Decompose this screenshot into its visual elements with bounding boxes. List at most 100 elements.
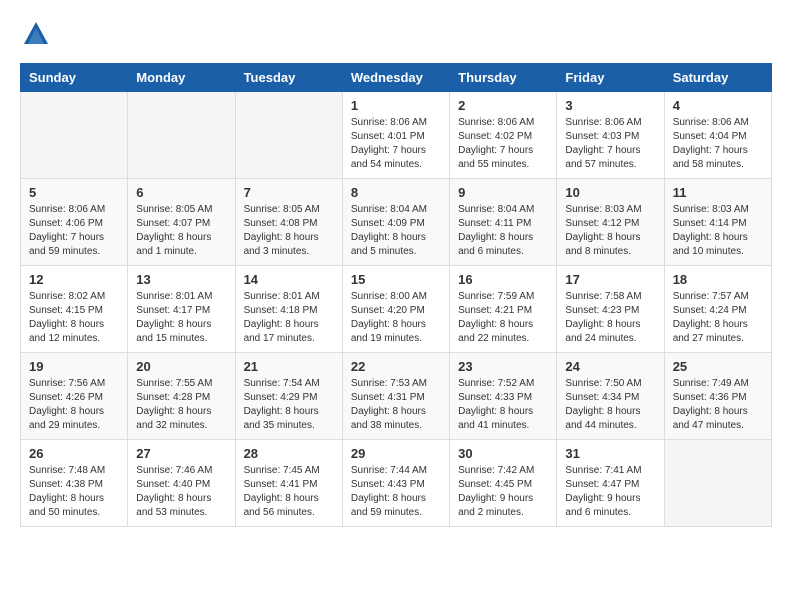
day-cell: 26 Sunrise: 7:48 AMSunset: 4:38 PMDayligh… xyxy=(21,440,128,527)
day-number: 15 xyxy=(351,272,441,287)
day-cell: 8 Sunrise: 8:04 AMSunset: 4:09 PMDaylight… xyxy=(342,179,449,266)
day-cell xyxy=(21,92,128,179)
logo-icon xyxy=(22,20,50,48)
day-number: 24 xyxy=(565,359,655,374)
day-content: Sunrise: 8:04 AMSunset: 4:11 PMDaylight:… xyxy=(458,203,548,259)
day-cell: 4 Sunrise: 8:06 AMSunset: 4:04 PMDaylight… xyxy=(664,92,771,179)
day-number: 19 xyxy=(29,359,119,374)
day-number: 29 xyxy=(351,446,441,461)
day-number: 22 xyxy=(351,359,441,374)
day-content: Sunrise: 8:06 AMSunset: 4:04 PMDaylight:… xyxy=(673,116,763,172)
day-number: 18 xyxy=(673,272,763,287)
day-content: Sunrise: 8:06 AMSunset: 4:02 PMDaylight:… xyxy=(458,116,548,172)
day-cell: 18 Sunrise: 7:57 AMSunset: 4:24 PMDayligh… xyxy=(664,266,771,353)
week-row-5: 26 Sunrise: 7:48 AMSunset: 4:38 PMDayligh… xyxy=(21,440,772,527)
day-number: 27 xyxy=(136,446,226,461)
day-content: Sunrise: 7:54 AMSunset: 4:29 PMDaylight:… xyxy=(244,377,334,433)
week-row-3: 12Sunrise: 8:02 AMSunset: 4:15 PMDayligh… xyxy=(21,266,772,353)
day-cell xyxy=(128,92,235,179)
weekday-header-wednesday: Wednesday xyxy=(342,64,449,92)
day-cell: 24 Sunrise: 7:50 AMSunset: 4:34 PMDayligh… xyxy=(557,353,664,440)
day-cell: 31Sunrise: 7:41 AMSunset: 4:47 PMDayligh… xyxy=(557,440,664,527)
day-content: Sunrise: 7:44 AMSunset: 4:43 PMDaylight:… xyxy=(351,464,441,520)
day-cell: 6Sunrise: 8:05 AMSunset: 4:07 PMDaylight… xyxy=(128,179,235,266)
day-cell: 22 Sunrise: 7:53 AMSunset: 4:31 PMDayligh… xyxy=(342,353,449,440)
day-number: 11 xyxy=(673,185,763,200)
day-number: 21 xyxy=(244,359,334,374)
weekday-header-sunday: Sunday xyxy=(21,64,128,92)
weekday-header-saturday: Saturday xyxy=(664,64,771,92)
day-number: 20 xyxy=(136,359,226,374)
weekday-header-thursday: Thursday xyxy=(450,64,557,92)
day-number: 23 xyxy=(458,359,548,374)
logo xyxy=(20,20,50,53)
day-number: 30 xyxy=(458,446,548,461)
day-cell: 3Sunrise: 8:06 AMSunset: 4:03 PMDaylight… xyxy=(557,92,664,179)
day-content: Sunrise: 8:00 AMSunset: 4:20 PMDaylight:… xyxy=(351,290,441,346)
day-content: Sunrise: 7:57 AMSunset: 4:24 PMDaylight:… xyxy=(673,290,763,346)
day-content: Sunrise: 7:48 AMSunset: 4:38 PMDaylight:… xyxy=(29,464,119,520)
weekday-header-row: SundayMondayTuesdayWednesdayThursdayFrid… xyxy=(21,64,772,92)
day-content: Sunrise: 8:01 AMSunset: 4:17 PMDaylight:… xyxy=(136,290,226,346)
calendar-body: 1 Sunrise: 8:06 AMSunset: 4:01 PMDaylight… xyxy=(21,92,772,527)
week-row-2: 5 Sunrise: 8:06 AMSunset: 4:06 PMDaylight… xyxy=(21,179,772,266)
day-cell: 16 Sunrise: 7:59 AMSunset: 4:21 PMDayligh… xyxy=(450,266,557,353)
day-cell xyxy=(664,440,771,527)
day-cell: 30 Sunrise: 7:42 AMSunset: 4:45 PMDayligh… xyxy=(450,440,557,527)
day-content: Sunrise: 7:45 AMSunset: 4:41 PMDaylight:… xyxy=(244,464,334,520)
day-content: Sunrise: 8:06 AMSunset: 4:06 PMDaylight:… xyxy=(29,203,119,259)
week-row-4: 19 Sunrise: 7:56 AMSunset: 4:26 PMDayligh… xyxy=(21,353,772,440)
day-content: Sunrise: 7:55 AMSunset: 4:28 PMDaylight:… xyxy=(136,377,226,433)
day-cell: 15 Sunrise: 8:00 AMSunset: 4:20 PMDayligh… xyxy=(342,266,449,353)
day-number: 28 xyxy=(244,446,334,461)
day-content: Sunrise: 7:53 AMSunset: 4:31 PMDaylight:… xyxy=(351,377,441,433)
day-number: 5 xyxy=(29,185,119,200)
day-cell: 14Sunrise: 8:01 AMSunset: 4:18 PMDayligh… xyxy=(235,266,342,353)
day-number: 31 xyxy=(565,446,655,461)
day-content: Sunrise: 8:06 AMSunset: 4:01 PMDaylight:… xyxy=(351,116,441,172)
day-content: Sunrise: 7:58 AMSunset: 4:23 PMDaylight:… xyxy=(565,290,655,346)
day-content: Sunrise: 8:02 AMSunset: 4:15 PMDaylight:… xyxy=(29,290,119,346)
day-number: 10 xyxy=(565,185,655,200)
day-number: 26 xyxy=(29,446,119,461)
day-cell: 2 Sunrise: 8:06 AMSunset: 4:02 PMDaylight… xyxy=(450,92,557,179)
day-content: Sunrise: 7:42 AMSunset: 4:45 PMDaylight:… xyxy=(458,464,548,520)
day-cell: 5 Sunrise: 8:06 AMSunset: 4:06 PMDaylight… xyxy=(21,179,128,266)
day-cell: 29 Sunrise: 7:44 AMSunset: 4:43 PMDayligh… xyxy=(342,440,449,527)
day-content: Sunrise: 7:52 AMSunset: 4:33 PMDaylight:… xyxy=(458,377,548,433)
day-content: Sunrise: 8:03 AMSunset: 4:14 PMDaylight:… xyxy=(673,203,763,259)
day-number: 4 xyxy=(673,98,763,113)
day-content: Sunrise: 7:56 AMSunset: 4:26 PMDaylight:… xyxy=(29,377,119,433)
day-cell: 27 Sunrise: 7:46 AMSunset: 4:40 PMDayligh… xyxy=(128,440,235,527)
day-content: Sunrise: 8:06 AMSunset: 4:03 PMDaylight:… xyxy=(565,116,655,172)
day-number: 16 xyxy=(458,272,548,287)
weekday-header-tuesday: Tuesday xyxy=(235,64,342,92)
weekday-header-friday: Friday xyxy=(557,64,664,92)
day-cell: 1 Sunrise: 8:06 AMSunset: 4:01 PMDaylight… xyxy=(342,92,449,179)
day-content: Sunrise: 7:46 AMSunset: 4:40 PMDaylight:… xyxy=(136,464,226,520)
day-number: 17 xyxy=(565,272,655,287)
day-cell: 7Sunrise: 8:05 AMSunset: 4:08 PMDaylight… xyxy=(235,179,342,266)
day-cell: 25 Sunrise: 7:49 AMSunset: 4:36 PMDayligh… xyxy=(664,353,771,440)
day-number: 13 xyxy=(136,272,226,287)
day-number: 6 xyxy=(136,185,226,200)
calendar-table: SundayMondayTuesdayWednesdayThursdayFrid… xyxy=(20,63,772,527)
day-cell: 20 Sunrise: 7:55 AMSunset: 4:28 PMDayligh… xyxy=(128,353,235,440)
day-content: Sunrise: 8:05 AMSunset: 4:08 PMDaylight:… xyxy=(244,203,334,259)
day-number: 14 xyxy=(244,272,334,287)
day-number: 25 xyxy=(673,359,763,374)
day-content: Sunrise: 7:59 AMSunset: 4:21 PMDaylight:… xyxy=(458,290,548,346)
day-number: 9 xyxy=(458,185,548,200)
day-content: Sunrise: 8:03 AMSunset: 4:12 PMDaylight:… xyxy=(565,203,655,259)
day-number: 1 xyxy=(351,98,441,113)
day-content: Sunrise: 8:04 AMSunset: 4:09 PMDaylight:… xyxy=(351,203,441,259)
week-row-1: 1 Sunrise: 8:06 AMSunset: 4:01 PMDaylight… xyxy=(21,92,772,179)
day-content: Sunrise: 7:50 AMSunset: 4:34 PMDaylight:… xyxy=(565,377,655,433)
day-cell: 10 Sunrise: 8:03 AMSunset: 4:12 PMDayligh… xyxy=(557,179,664,266)
day-number: 8 xyxy=(351,185,441,200)
day-number: 2 xyxy=(458,98,548,113)
day-content: Sunrise: 7:49 AMSunset: 4:36 PMDaylight:… xyxy=(673,377,763,433)
day-cell: 12Sunrise: 8:02 AMSunset: 4:15 PMDayligh… xyxy=(21,266,128,353)
page-header xyxy=(20,20,772,53)
day-cell: 9 Sunrise: 8:04 AMSunset: 4:11 PMDaylight… xyxy=(450,179,557,266)
